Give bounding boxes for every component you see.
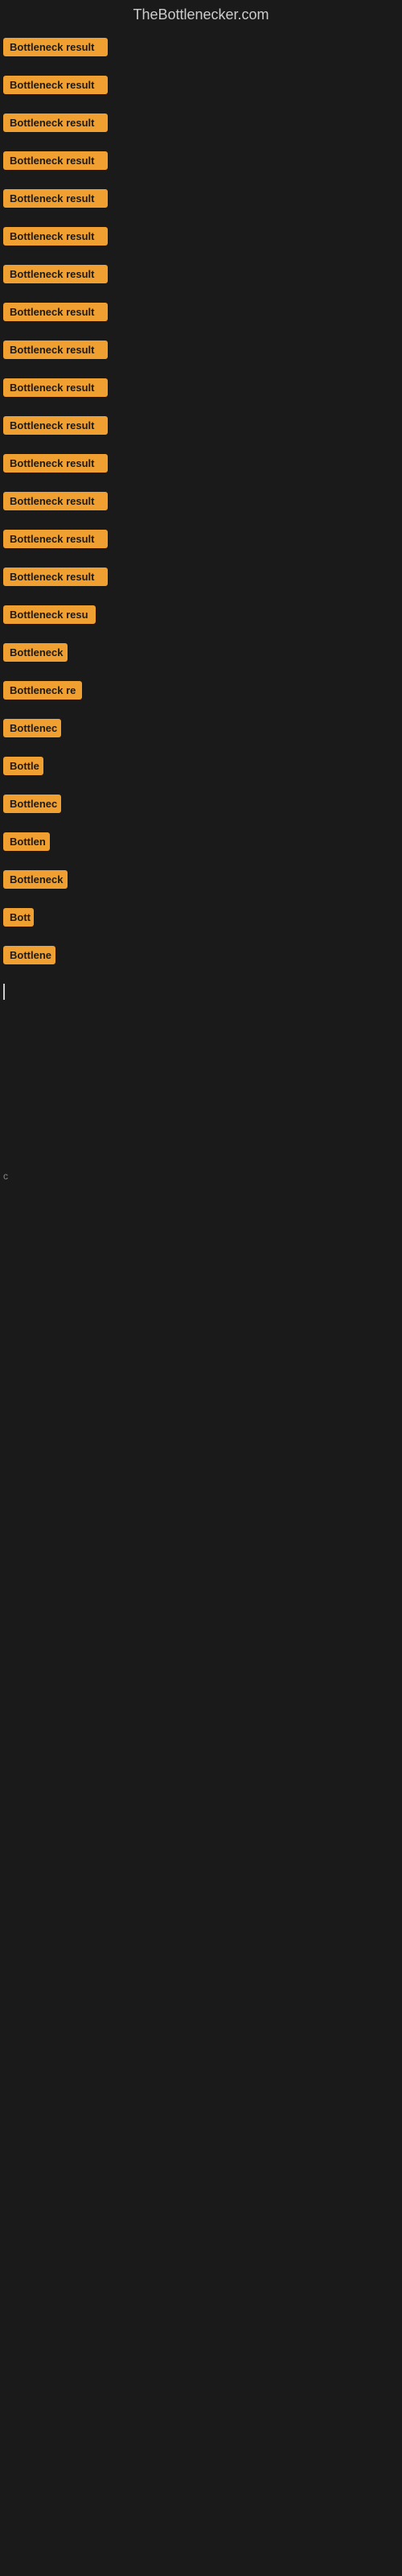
list-item: Bottleneck result — [3, 378, 399, 397]
list-item: Bottleneck result — [3, 341, 399, 359]
list-item: Bottleneck result — [3, 227, 399, 246]
list-item: Bottleneck result — [3, 530, 399, 548]
list-item: Bottle — [3, 757, 399, 775]
list-item: Bottleneck result — [3, 492, 399, 510]
list-item: Bottleneck result — [3, 151, 399, 170]
bottleneck-badge: Bottleneck result — [3, 492, 108, 510]
list-item: Bott — [3, 908, 399, 927]
bottleneck-badge: Bottleneck result — [3, 303, 108, 321]
bottleneck-badge: Bottleneck result — [3, 378, 108, 397]
site-title: TheBottlenecker.com — [0, 0, 402, 33]
list-item: Bottleneck result — [3, 303, 399, 321]
bottleneck-badge: Bottleneck result — [3, 189, 108, 208]
bottleneck-badge: Bottleneck result — [3, 530, 108, 548]
bottleneck-badge: Bottle — [3, 757, 43, 775]
bottleneck-badge: Bottleneck — [3, 643, 68, 662]
bottleneck-badge: Bottleneck result — [3, 568, 108, 586]
list-item: Bottleneck result — [3, 568, 399, 586]
list-item: Bottleneck resu — [3, 605, 399, 624]
list-item: Bottlen — [3, 832, 399, 851]
bottleneck-badge: Bott — [3, 908, 34, 927]
list-item: Bottlene — [3, 946, 399, 964]
list-item: Bottleneck result — [3, 76, 399, 94]
list-item: Bottleneck — [3, 870, 399, 889]
small-char: c — [3, 1170, 399, 1182]
bottleneck-badge: Bottleneck — [3, 870, 68, 889]
bottleneck-badge: Bottleneck result — [3, 416, 108, 435]
bottleneck-badge: Bottleneck re — [3, 681, 82, 700]
bottleneck-badge: Bottleneck result — [3, 76, 108, 94]
bottleneck-badge: Bottlenec — [3, 795, 61, 813]
bottleneck-badge: Bottleneck result — [3, 227, 108, 246]
list-item: Bottleneck result — [3, 114, 399, 132]
list-item: Bottleneck result — [3, 265, 399, 283]
list-item: Bottleneck result — [3, 454, 399, 473]
list-item: Bottlenec — [3, 719, 399, 737]
list-item: Bottleneck result — [3, 416, 399, 435]
list-item: Bottleneck result — [3, 189, 399, 208]
bottleneck-badge: Bottleneck result — [3, 341, 108, 359]
cursor-indicator — [3, 984, 5, 1000]
list-item: Bottlenec — [3, 795, 399, 813]
list-item: Bottleneck result — [3, 38, 399, 56]
list-item: Bottleneck re — [3, 681, 399, 700]
bottleneck-badge: Bottleneck result — [3, 38, 108, 56]
list-item: Bottleneck — [3, 643, 399, 662]
bottleneck-badge: Bottlenec — [3, 719, 61, 737]
bottleneck-badge: Bottleneck result — [3, 265, 108, 283]
bottleneck-badge: Bottleneck result — [3, 454, 108, 473]
bottleneck-badge: Bottlen — [3, 832, 50, 851]
bottleneck-badge: Bottleneck resu — [3, 605, 96, 624]
bottleneck-badge: Bottleneck result — [3, 151, 108, 170]
bottleneck-badge: Bottlene — [3, 946, 55, 964]
bottleneck-badge: Bottleneck result — [3, 114, 108, 132]
